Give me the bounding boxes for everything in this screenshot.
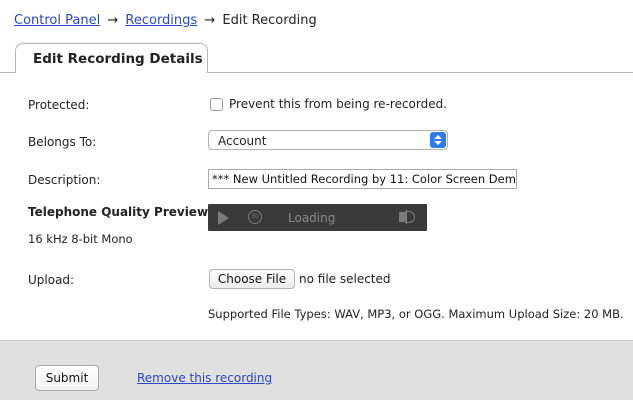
choose-file-button[interactable]: Choose File [209,269,295,289]
description-input[interactable] [208,169,517,189]
volume-icon[interactable] [399,209,407,225]
skip-30-icon[interactable]: 30 [248,210,262,224]
upload-hint: Supported File Types: WAV, MP3, or OGG. … [208,307,624,321]
belongs-to-label: Belongs To: [28,135,97,149]
preview-label: Telephone Quality Preview [28,205,209,219]
submit-button[interactable]: Submit [35,365,99,391]
breadcrumb-current: Edit Recording [222,13,317,28]
breadcrumb-control-panel-link[interactable]: Control Panel [14,13,100,28]
belongs-to-selected-value: Account [218,134,267,148]
breadcrumb-separator: → [204,13,216,28]
preview-format-label: 16 kHz 8-bit Mono [28,232,133,246]
description-label: Description: [28,173,101,187]
protected-label: Protected: [28,98,90,112]
breadcrumb-separator: → [107,13,119,28]
belongs-to-select[interactable]: Account [208,130,448,150]
volume-waves-icon [407,211,415,223]
file-status: no file selected [299,272,391,286]
select-arrows-icon [430,132,446,148]
remove-recording-link[interactable]: Remove this recording [137,371,272,385]
tab-edit-recording-details[interactable]: Edit Recording Details [15,43,208,73]
protected-checkbox[interactable] [210,98,223,111]
breadcrumb-recordings-link[interactable]: Recordings [125,13,197,28]
form-footer: Submit Remove this recording [0,340,633,400]
breadcrumb: Control Panel → Recordings → Edit Record… [14,13,317,28]
protected-checkbox-label[interactable]: Prevent this from being re-recorded. [229,97,447,111]
audio-player: 30 Loading [208,204,427,231]
upload-label: Upload: [28,273,75,287]
play-icon[interactable] [218,211,229,225]
player-status: Loading [288,211,336,225]
